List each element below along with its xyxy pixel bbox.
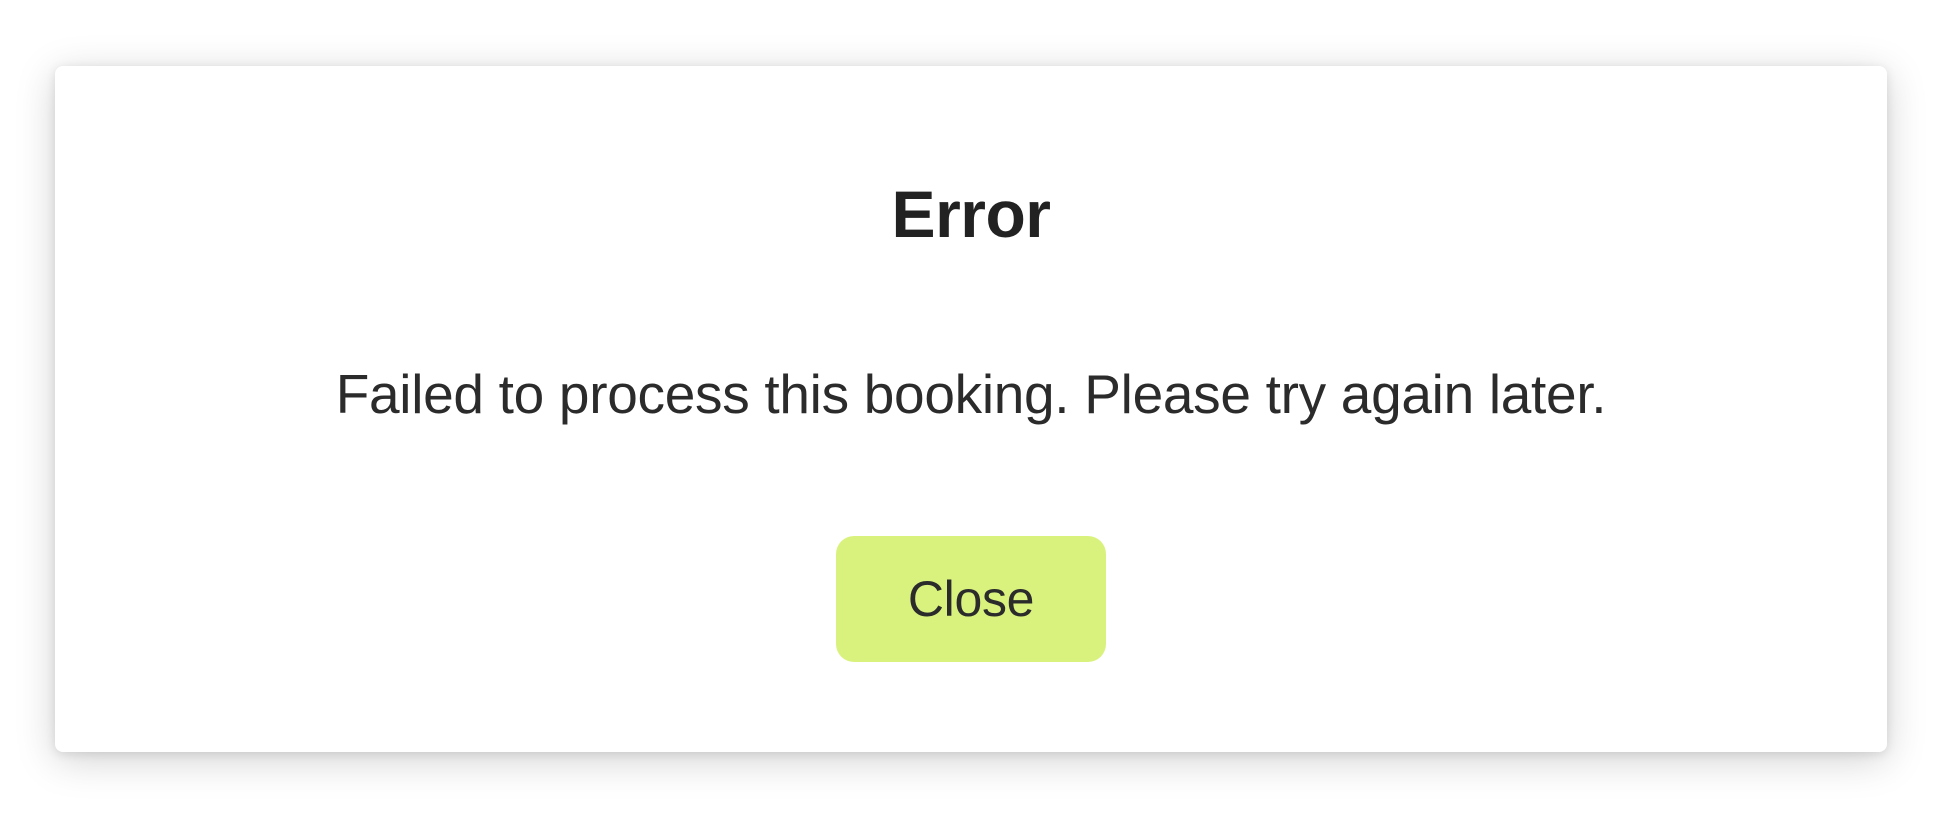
modal-message: Failed to process this booking. Please t… — [336, 362, 1607, 426]
modal-title: Error — [892, 176, 1051, 252]
error-modal: Error Failed to process this booking. Pl… — [55, 66, 1887, 752]
close-button[interactable]: Close — [836, 536, 1106, 662]
